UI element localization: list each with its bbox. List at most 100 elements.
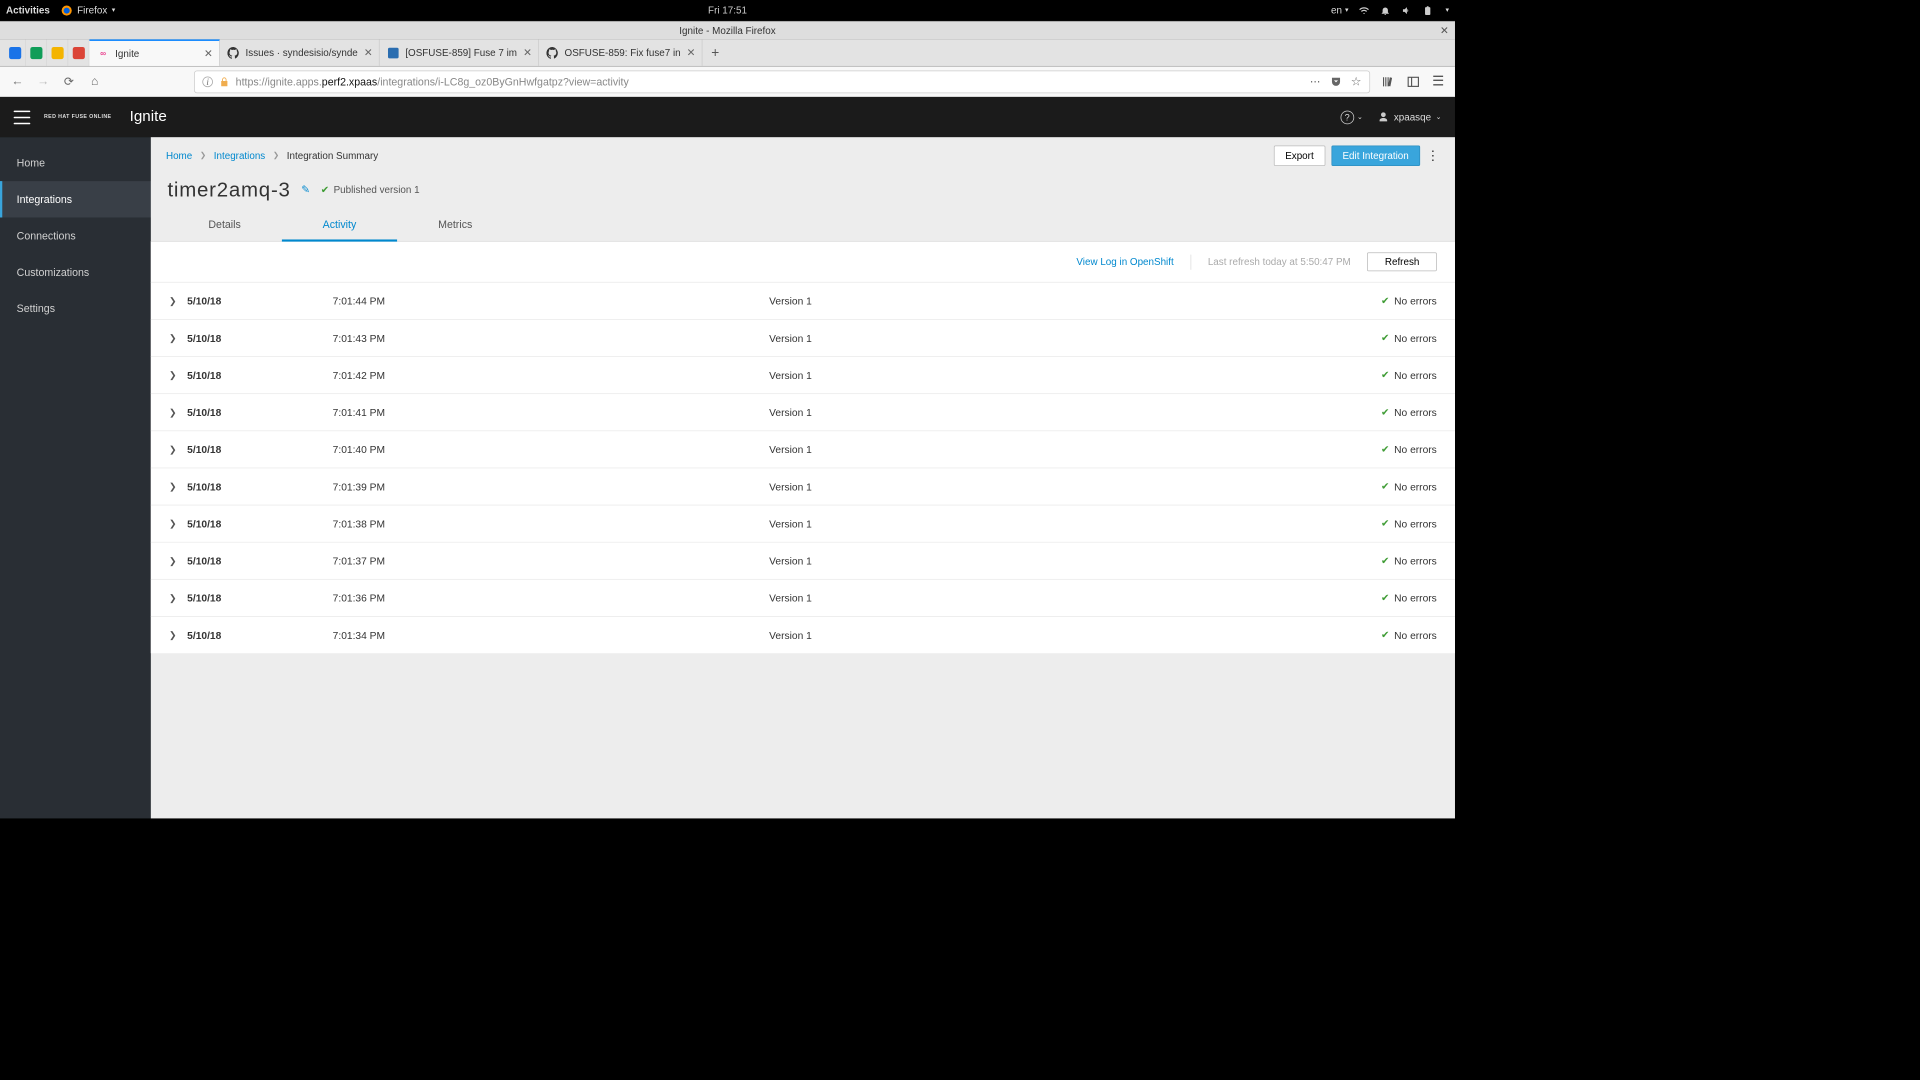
- activity-date: 5/10/18: [187, 481, 332, 492]
- check-circle-icon: ✔: [1381, 629, 1390, 641]
- activity-date: 5/10/18: [187, 407, 332, 418]
- activity-row[interactable]: ❯5/10/187:01:41 PMVersion 1✔No errors: [151, 393, 1455, 430]
- help-menu[interactable]: ? ⌄: [1340, 110, 1362, 124]
- breadcrumb-row: Home ❯ Integrations ❯ Integration Summar…: [151, 137, 1455, 173]
- home-button[interactable]: ⌂: [85, 72, 105, 92]
- expand-icon[interactable]: ❯: [169, 593, 181, 604]
- tab-details[interactable]: Details: [167, 209, 281, 241]
- activity-date: 5/10/18: [187, 295, 332, 306]
- app-header: RED HAT FUSE ONLINE Ignite ? ⌄ xpaasqe ⌄: [0, 97, 1455, 137]
- view-log-link[interactable]: View Log in OpenShift: [1076, 256, 1173, 267]
- app-menu[interactable]: Firefox ▾: [60, 4, 115, 16]
- tab-1-close[interactable]: ✕: [364, 46, 373, 59]
- activity-date: 5/10/18: [187, 369, 332, 380]
- activity-errors: No errors: [1394, 295, 1437, 306]
- brand: Ignite: [130, 108, 167, 125]
- sidebar-item-home[interactable]: Home: [0, 145, 151, 181]
- window-titlebar: Ignite - Mozilla Firefox ✕: [0, 20, 1455, 39]
- wifi-icon[interactable]: [1359, 5, 1370, 16]
- activity-row[interactable]: ❯5/10/187:01:39 PMVersion 1✔No errors: [151, 468, 1455, 505]
- panel-button-3[interactable]: [47, 39, 68, 66]
- tab-metrics[interactable]: Metrics: [397, 209, 513, 241]
- browser-tab-0[interactable]: ∞ Ignite ✕: [89, 39, 219, 66]
- activities-button[interactable]: Activities: [6, 5, 50, 16]
- activity-row[interactable]: ❯5/10/187:01:43 PMVersion 1✔No errors: [151, 319, 1455, 356]
- sidebar-item-integrations[interactable]: Integrations: [0, 181, 151, 217]
- bookmark-star-icon[interactable]: ☆: [1351, 74, 1362, 89]
- page-action-menu-icon[interactable]: ⋯: [1310, 75, 1321, 88]
- system-menu-caret-icon[interactable]: ▾: [1445, 6, 1448, 14]
- sidebar-item-customizations[interactable]: Customizations: [0, 254, 151, 290]
- check-circle-icon: ✔: [1381, 555, 1390, 567]
- browser-tab-3[interactable]: OSFUSE-859: Fix fuse7 in ✕: [539, 39, 703, 66]
- tab-activity[interactable]: Activity: [282, 209, 397, 242]
- kebab-menu[interactable]: ⋮: [1426, 145, 1440, 166]
- help-caret-icon: ⌄: [1357, 113, 1363, 121]
- tab-2-close[interactable]: ✕: [523, 46, 532, 59]
- check-circle-icon: ✔: [321, 184, 329, 196]
- expand-icon[interactable]: ❯: [169, 444, 181, 455]
- tab-0-label: Ignite: [115, 48, 198, 59]
- activity-row[interactable]: ❯5/10/187:01:40 PMVersion 1✔No errors: [151, 430, 1455, 467]
- activity-row[interactable]: ❯5/10/187:01:42 PMVersion 1✔No errors: [151, 356, 1455, 393]
- activity-row[interactable]: ❯5/10/187:01:36 PMVersion 1✔No errors: [151, 579, 1455, 616]
- activity-list: ❯5/10/187:01:44 PMVersion 1✔No errors❯5/…: [151, 282, 1455, 653]
- refresh-button[interactable]: Refresh: [1367, 252, 1436, 271]
- panel-button-2[interactable]: [26, 39, 47, 66]
- expand-icon[interactable]: ❯: [169, 407, 181, 418]
- activity-version: Version 1: [769, 518, 1381, 529]
- sidebar-item-connections[interactable]: Connections: [0, 217, 151, 253]
- expand-icon[interactable]: ❯: [169, 296, 181, 307]
- browser-tab-1[interactable]: Issues · syndesisio/synde ✕: [220, 39, 380, 66]
- panel-button-1[interactable]: [5, 39, 26, 66]
- user-icon: [1378, 111, 1389, 122]
- site-info-icon[interactable]: i: [202, 76, 213, 87]
- sidebar-toggle-icon[interactable]: [1406, 75, 1420, 89]
- help-icon: ?: [1340, 110, 1354, 124]
- back-button[interactable]: ←: [8, 72, 28, 92]
- tab-3-close[interactable]: ✕: [687, 46, 696, 59]
- lang-caret-icon: ▾: [1345, 6, 1348, 14]
- expand-icon[interactable]: ❯: [169, 518, 181, 529]
- reload-button[interactable]: ⟳: [59, 72, 79, 92]
- user-menu[interactable]: xpaasqe ⌄: [1378, 111, 1441, 122]
- activity-errors: No errors: [1394, 332, 1437, 343]
- library-icon[interactable]: [1381, 75, 1395, 89]
- activity-time: 7:01:39 PM: [333, 481, 769, 492]
- pocket-icon[interactable]: [1330, 75, 1342, 87]
- activity-row[interactable]: ❯5/10/187:01:34 PMVersion 1✔No errors: [151, 616, 1455, 653]
- chevron-right-icon: ❯: [273, 151, 279, 159]
- breadcrumb-integrations[interactable]: Integrations: [214, 150, 265, 161]
- edit-icon[interactable]: ✎: [301, 183, 310, 196]
- window-close-button[interactable]: ✕: [1440, 24, 1449, 37]
- address-bar[interactable]: i https://ignite.apps.perf2.xpaas/integr…: [194, 70, 1370, 93]
- check-circle-icon: ✔: [1381, 518, 1390, 530]
- sidebar-item-settings[interactable]: Settings: [0, 290, 151, 326]
- activity-row[interactable]: ❯5/10/187:01:44 PMVersion 1✔No errors: [151, 282, 1455, 319]
- tab-strip: ∞ Ignite ✕ Issues · syndesisio/synde ✕ […: [0, 39, 1455, 66]
- expand-icon[interactable]: ❯: [169, 555, 181, 566]
- activity-errors: No errors: [1394, 369, 1437, 380]
- activity-date: 5/10/18: [187, 332, 332, 343]
- expand-icon[interactable]: ❯: [169, 333, 181, 344]
- panel-button-4[interactable]: [68, 39, 89, 66]
- firefox-menu-icon[interactable]: ☰: [1432, 74, 1444, 90]
- edit-integration-button[interactable]: Edit Integration: [1331, 145, 1420, 165]
- tab-0-close[interactable]: ✕: [204, 47, 213, 60]
- activity-version: Version 1: [769, 481, 1381, 492]
- expand-icon[interactable]: ❯: [169, 630, 181, 641]
- activity-row[interactable]: ❯5/10/187:01:38 PMVersion 1✔No errors: [151, 505, 1455, 542]
- export-button[interactable]: Export: [1274, 145, 1325, 165]
- input-source[interactable]: en▾: [1331, 5, 1348, 16]
- expand-icon[interactable]: ❯: [169, 481, 181, 492]
- breadcrumb-home[interactable]: Home: [166, 150, 192, 161]
- nav-toggle[interactable]: [14, 110, 31, 124]
- clock[interactable]: Fri 17:51: [708, 5, 747, 16]
- battery-icon[interactable]: [1423, 5, 1434, 16]
- notifications-icon[interactable]: [1380, 5, 1391, 16]
- new-tab-button[interactable]: +: [702, 39, 728, 66]
- expand-icon[interactable]: ❯: [169, 370, 181, 381]
- volume-icon[interactable]: [1402, 5, 1413, 16]
- activity-row[interactable]: ❯5/10/187:01:37 PMVersion 1✔No errors: [151, 542, 1455, 579]
- browser-tab-2[interactable]: [OSFUSE-859] Fuse 7 im ✕: [380, 39, 539, 66]
